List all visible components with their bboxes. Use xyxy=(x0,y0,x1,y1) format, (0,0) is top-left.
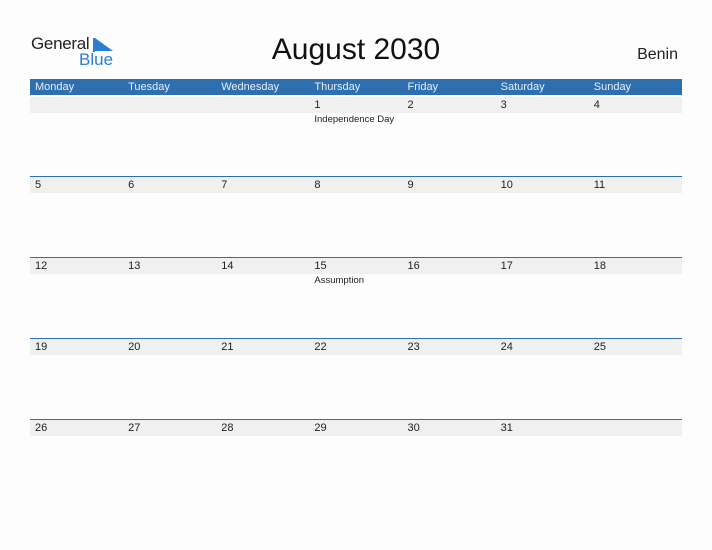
day-number: 4 xyxy=(593,99,600,111)
day-number xyxy=(216,97,309,113)
event-row: Independence Day xyxy=(30,113,682,126)
holiday-label xyxy=(216,113,309,126)
holiday-label xyxy=(30,274,123,287)
day-number-row: 5 6 7 8 9 10 11 xyxy=(30,177,682,193)
weekday-friday: Friday xyxy=(407,81,439,93)
week-row: 26 27 28 29 30 31 xyxy=(30,419,682,501)
day-number: 24 xyxy=(500,341,513,353)
day-number xyxy=(30,97,123,113)
holiday-label xyxy=(403,113,496,126)
day-number: 28 xyxy=(221,422,234,434)
weekday-tuesday: Tuesday xyxy=(128,81,170,93)
day-number: 1 xyxy=(314,99,321,111)
day-number: 9 xyxy=(407,179,414,191)
holiday-label xyxy=(496,113,589,126)
day-number: 20 xyxy=(128,341,141,353)
day-number: 11 xyxy=(593,179,606,191)
day-number: 5 xyxy=(35,179,42,191)
day-number xyxy=(589,420,682,436)
day-number: 29 xyxy=(314,422,327,434)
day-number: 31 xyxy=(500,422,513,434)
day-number: 30 xyxy=(407,422,420,434)
week-row: 1 2 3 4 Independence Day xyxy=(30,97,682,178)
day-number: 3 xyxy=(500,99,507,111)
day-number-row: 12 13 14 15 16 17 18 xyxy=(30,258,682,274)
day-number: 7 xyxy=(221,179,228,191)
day-number-row: 26 27 28 29 30 31 xyxy=(30,420,682,436)
day-number: 6 xyxy=(128,179,135,191)
calendar-title: August 2030 xyxy=(271,33,441,66)
day-number: 27 xyxy=(128,422,141,434)
event-row: Assumption xyxy=(30,274,682,287)
week-row: 19 20 21 22 23 24 25 xyxy=(30,338,682,420)
day-number: 21 xyxy=(221,341,234,353)
weekday-thursday: Thursday xyxy=(314,81,361,93)
day-number-row: 1 2 3 4 xyxy=(30,97,682,113)
day-number: 13 xyxy=(128,260,141,272)
day-number: 17 xyxy=(500,260,513,272)
weekday-header: Monday Tuesday Wednesday Thursday Friday Satu… xyxy=(30,79,682,95)
day-number: 25 xyxy=(593,341,606,353)
day-number: 10 xyxy=(500,179,513,191)
holiday-label: Independence Day xyxy=(314,114,395,125)
week-row: 5 6 7 8 9 10 11 xyxy=(30,176,682,258)
weekday-sunday: Sunday xyxy=(593,81,632,93)
day-number: 8 xyxy=(314,179,321,191)
day-number: 18 xyxy=(593,260,606,272)
day-number: 14 xyxy=(221,260,234,272)
day-number: 12 xyxy=(35,260,48,272)
weekday-saturday: Saturday xyxy=(500,81,545,93)
holiday-label xyxy=(496,274,589,287)
day-number: 22 xyxy=(314,341,327,353)
holiday-label xyxy=(589,274,682,287)
holiday-label xyxy=(123,113,216,126)
day-number: 19 xyxy=(35,341,48,353)
holiday-label xyxy=(123,274,216,287)
day-number: 2 xyxy=(407,99,414,111)
day-number: 26 xyxy=(35,422,48,434)
holiday-label xyxy=(30,113,123,126)
holiday-label xyxy=(589,113,682,126)
weekday-wednesday: Wednesday xyxy=(221,81,280,93)
week-row: 12 13 14 15 16 17 18 Assumption xyxy=(30,257,682,339)
holiday-label xyxy=(216,274,309,287)
day-number: 15 xyxy=(314,260,327,272)
day-number xyxy=(123,97,216,113)
day-number: 16 xyxy=(407,260,420,272)
holiday-label: Assumption xyxy=(314,275,365,286)
day-number-row: 19 20 21 22 23 24 25 xyxy=(30,339,682,355)
day-number: 23 xyxy=(407,341,420,353)
holiday-label xyxy=(403,274,496,287)
weekday-monday: Monday xyxy=(35,81,75,93)
country-label: Benin xyxy=(637,46,678,63)
